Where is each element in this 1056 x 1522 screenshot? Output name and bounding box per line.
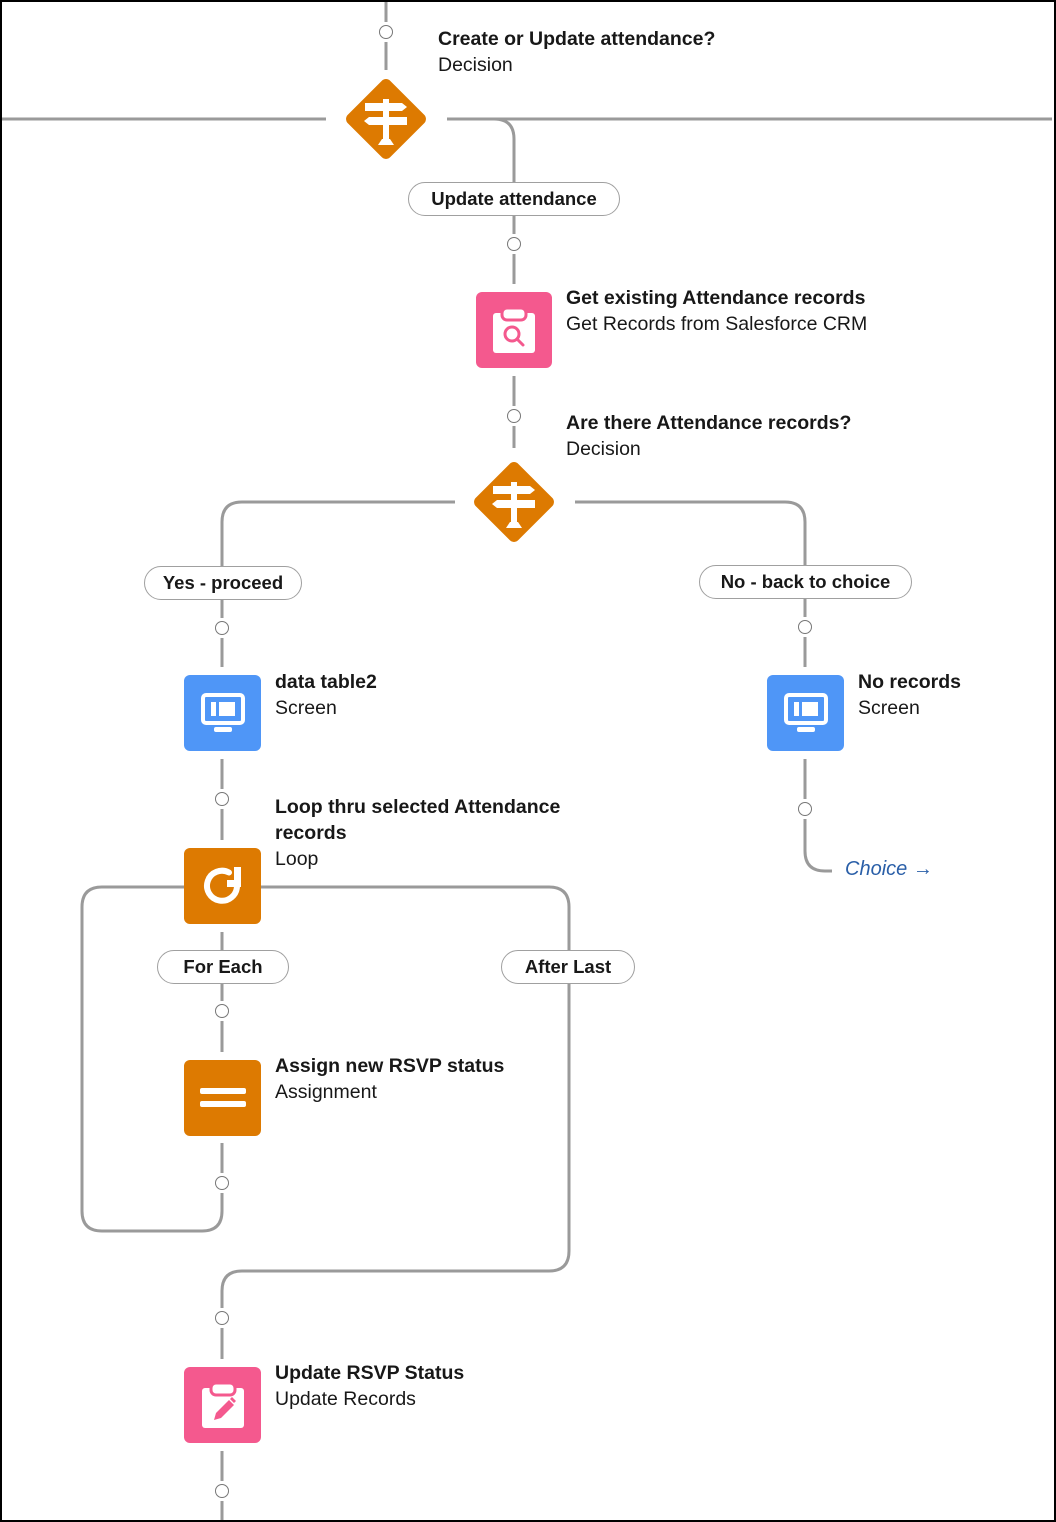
screen-data-table-label: data table2 Screen (275, 669, 377, 721)
branch-no-back[interactable]: No - back to choice (699, 565, 912, 599)
branch-after-last[interactable]: After Last (501, 950, 635, 984)
node-title: data table2 (275, 671, 377, 693)
assignment-node[interactable] (184, 1060, 261, 1136)
screen-no-records-node[interactable] (767, 675, 844, 751)
node-title: Get existing Attendance records (566, 287, 866, 309)
decision-create-update-label: Create or Update attendance? Decision (438, 26, 715, 78)
node-title-cont: records (275, 822, 347, 844)
node-title: Loop thru selected Attendance (275, 796, 561, 818)
screen-no-records-label: No records Screen (858, 669, 961, 721)
connector-dot[interactable] (215, 621, 229, 635)
screen-data-table-node[interactable] (184, 675, 261, 751)
decision-records-exist-label: Are there Attendance records? Decision (566, 410, 851, 462)
connector-dot[interactable] (215, 1176, 229, 1190)
node-type: Decision (566, 438, 641, 460)
connector-dot[interactable] (379, 25, 393, 39)
branch-yes-proceed[interactable]: Yes - proceed (144, 566, 302, 600)
loop-arrow-icon (203, 867, 241, 904)
node-type: Assignment (275, 1081, 377, 1103)
connector-yes-branch (220, 500, 455, 566)
flow-connectors (2, 2, 1052, 1520)
branch-for-each[interactable]: For Each (157, 950, 289, 984)
node-title: Update RSVP Status (275, 1362, 465, 1384)
decision-records-exist-node[interactable] (462, 450, 566, 554)
update-records-node[interactable] (184, 1367, 261, 1443)
get-records-node[interactable] (476, 292, 552, 368)
node-title: Create or Update attendance? (438, 28, 716, 50)
connector-dot[interactable] (215, 1004, 229, 1018)
goto-choice-link[interactable]: Choice → (845, 858, 933, 881)
equals-icon (199, 1088, 246, 1107)
node-title: Are there Attendance records? (566, 412, 852, 434)
clipboard-pencil-icon (201, 1382, 244, 1428)
node-type: Screen (275, 697, 337, 719)
loop-node[interactable] (184, 848, 261, 924)
branch-update-attendance[interactable]: Update attendance (408, 182, 620, 216)
connector-update-branch (480, 117, 516, 182)
decision-create-update-node[interactable] (334, 67, 438, 171)
node-type: Get Records from Salesforce CRM (566, 313, 868, 335)
connector-no-screen-out (803, 759, 832, 873)
node-type: Loop (275, 848, 319, 870)
loop-label: Loop thru selected Attendance records Lo… (275, 794, 560, 872)
monitor-icon (200, 693, 245, 732)
node-title: No records (858, 671, 961, 693)
connector-dot[interactable] (215, 1484, 229, 1498)
connector-dot[interactable] (507, 409, 521, 423)
get-records-label: Get existing Attendance records Get Reco… (566, 285, 867, 337)
connector-dot[interactable] (507, 237, 521, 251)
connector-dot[interactable] (798, 620, 812, 634)
connector-dot[interactable] (215, 1311, 229, 1325)
connector-no-branch (575, 500, 807, 565)
connector-dot[interactable] (215, 792, 229, 806)
clipboard-search-icon (493, 307, 535, 353)
assignment-label: Assign new RSVP status Assignment (275, 1053, 504, 1105)
connector-dot[interactable] (798, 802, 812, 816)
node-type: Screen (858, 697, 920, 719)
monitor-icon (783, 693, 828, 732)
update-records-label: Update RSVP Status Update Records (275, 1360, 464, 1412)
node-type: Update Records (275, 1388, 416, 1410)
connector-loop-back (80, 885, 224, 1233)
node-title: Assign new RSVP status (275, 1055, 505, 1077)
node-type: Decision (438, 54, 513, 76)
